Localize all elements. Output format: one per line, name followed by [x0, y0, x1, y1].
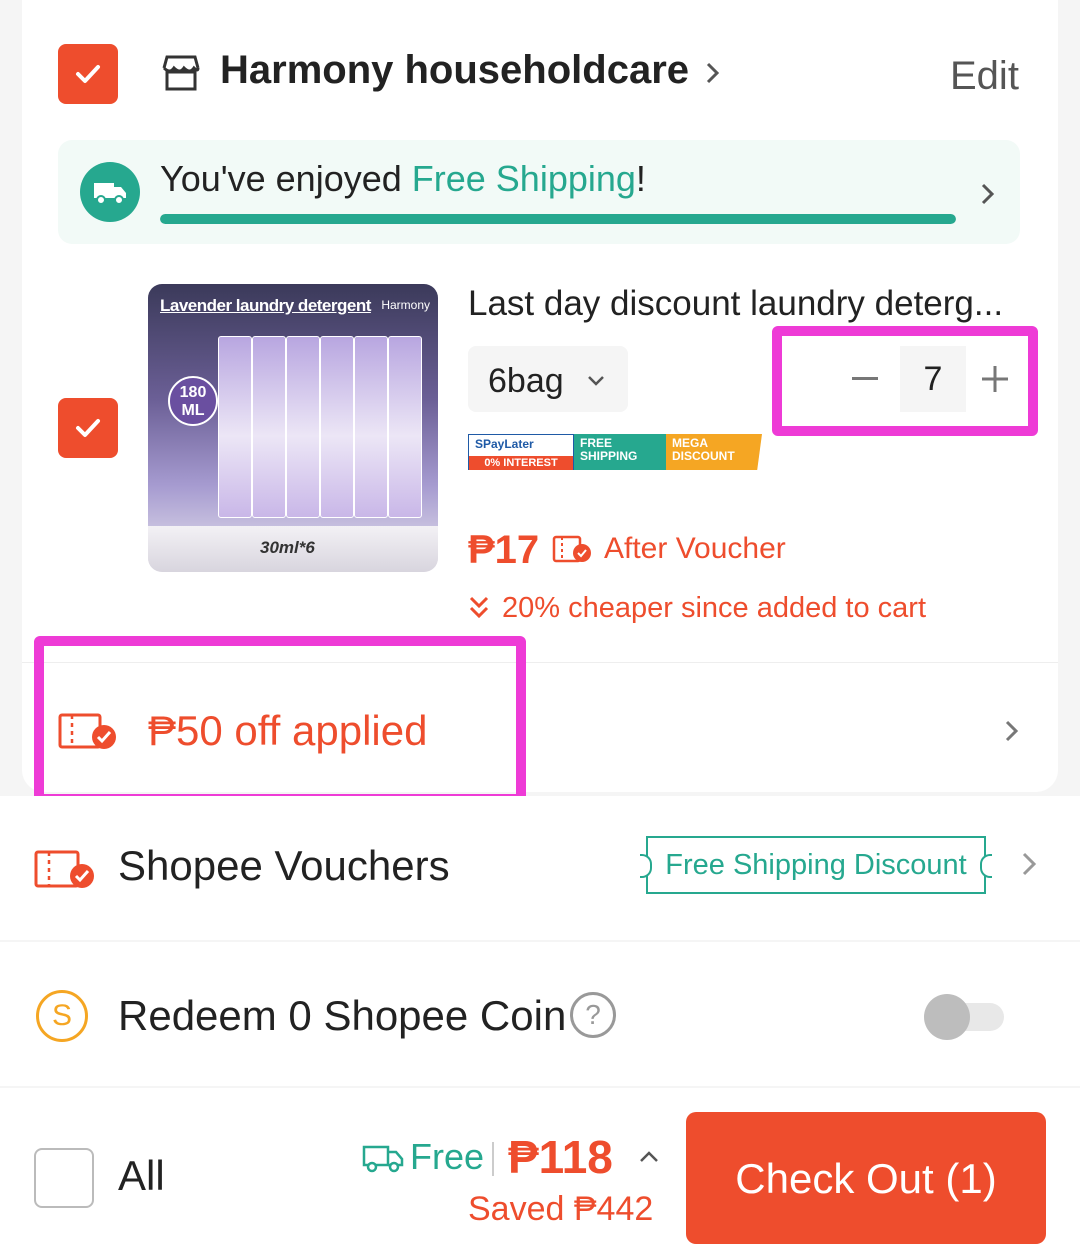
shopee-vouchers-row[interactable]: Shopee Vouchers Free Shipping Discount: [0, 796, 1080, 940]
free-shipping-highlight: Free Shipping: [411, 158, 636, 199]
shopee-vouchers-label: Shopee Vouchers: [118, 842, 450, 889]
select-all-label[interactable]: All: [118, 1152, 165, 1200]
spaylater-sub: 0% INTEREST: [469, 456, 573, 470]
minus-icon: [852, 377, 878, 380]
product-image-brand: Harmony: [381, 298, 430, 312]
product-image[interactable]: Lavender laundry detergent Harmony 180 M…: [148, 284, 438, 572]
check-icon: [76, 65, 100, 83]
after-voucher-label: After Voucher: [604, 532, 786, 565]
free-shipping-discount-tag: Free Shipping Discount: [640, 836, 992, 894]
shopee-coin-row: S Redeem 0 Shopee Coin ?: [0, 942, 1080, 1086]
shop-select-checkbox[interactable]: [58, 44, 118, 104]
checkout-button[interactable]: Check Out (1): [686, 1112, 1046, 1244]
double-chevron-down-icon: [469, 596, 489, 619]
spaylater-label: SPayLater: [475, 437, 534, 451]
coin-label: Redeem 0 Shopee Coin: [118, 992, 567, 1039]
free-shipping-prefix: You've enjoyed: [160, 158, 412, 199]
truck-icon: [80, 162, 140, 222]
select-all-checkbox[interactable]: [34, 1148, 94, 1208]
product-price: ₱17: [468, 528, 540, 572]
chevron-down-icon: [588, 376, 604, 386]
voucher-check-icon: [58, 713, 116, 749]
chevron-right-icon: [1022, 852, 1037, 876]
mega-discount-badge: MEGA DISCOUNT: [666, 434, 762, 470]
spaylater-badge: SPayLater 0% INTEREST: [468, 434, 574, 470]
plus-icon: [982, 366, 1008, 392]
quantity-value[interactable]: 7: [900, 346, 966, 412]
store-icon: [162, 55, 200, 91]
quantity-stepper: 7: [790, 346, 1018, 412]
truck-icon: [362, 1145, 404, 1173]
help-icon[interactable]: ?: [570, 992, 616, 1038]
free-shipping-banner[interactable]: You've enjoyed Free Shipping!: [58, 140, 1020, 244]
total-price[interactable]: ₱118: [508, 1130, 613, 1184]
product-title[interactable]: Last day discount laundry deterg...: [468, 284, 1028, 324]
free-shipping-progress: [160, 214, 956, 224]
chevron-right-icon[interactable]: [980, 180, 996, 208]
shop-voucher-row[interactable]: ₱50 off applied: [22, 663, 1058, 791]
chevron-right-icon: [1005, 720, 1019, 742]
chevron-right-icon[interactable]: [704, 58, 722, 88]
price-drop-text: 20% cheaper since added to cart: [502, 592, 926, 624]
coin-toggle-knob: [924, 994, 970, 1040]
free-shipping-badge: FREE SHIPPING: [574, 434, 666, 470]
voucher-check-icon: [34, 850, 94, 888]
free-shipping-suffix: !: [635, 158, 646, 199]
variant-selector[interactable]: 6bag: [468, 346, 628, 412]
decrease-quantity-button[interactable]: [840, 346, 890, 412]
free-shipping-label: Free: [410, 1136, 485, 1177]
promo-badges: SPayLater 0% INTEREST FREE SHIPPING MEGA …: [468, 434, 762, 470]
product-image-caption: 30ml*6: [260, 538, 315, 557]
variant-value: 6bag: [488, 362, 564, 400]
shop-voucher-text: ₱50 off applied: [148, 707, 428, 754]
product-image-bags: [218, 336, 428, 518]
product-image-badge: 180 ML: [168, 376, 218, 426]
product-image-title: Lavender laundry detergent: [160, 296, 371, 315]
voucher-check-icon: [552, 535, 591, 563]
increase-quantity-button[interactable]: [972, 346, 1018, 412]
product-select-checkbox[interactable]: [58, 398, 118, 458]
chevron-up-icon[interactable]: [638, 1150, 660, 1164]
checkout-bar: All Free ₱118 Saved ₱442 Check Out (1): [0, 1088, 1080, 1253]
separator: [492, 1142, 494, 1176]
coin-toggle[interactable]: [924, 994, 1006, 1040]
check-icon: [76, 419, 100, 437]
free-shipping-progress-fill: [160, 214, 956, 224]
free-shipping-text: You've enjoyed Free Shipping!: [160, 158, 646, 200]
edit-button[interactable]: Edit: [950, 54, 1019, 99]
coin-icon: S: [36, 990, 88, 1042]
saved-amount: Saved ₱442: [468, 1190, 654, 1228]
shop-name[interactable]: Harmony householdcare: [220, 48, 689, 93]
